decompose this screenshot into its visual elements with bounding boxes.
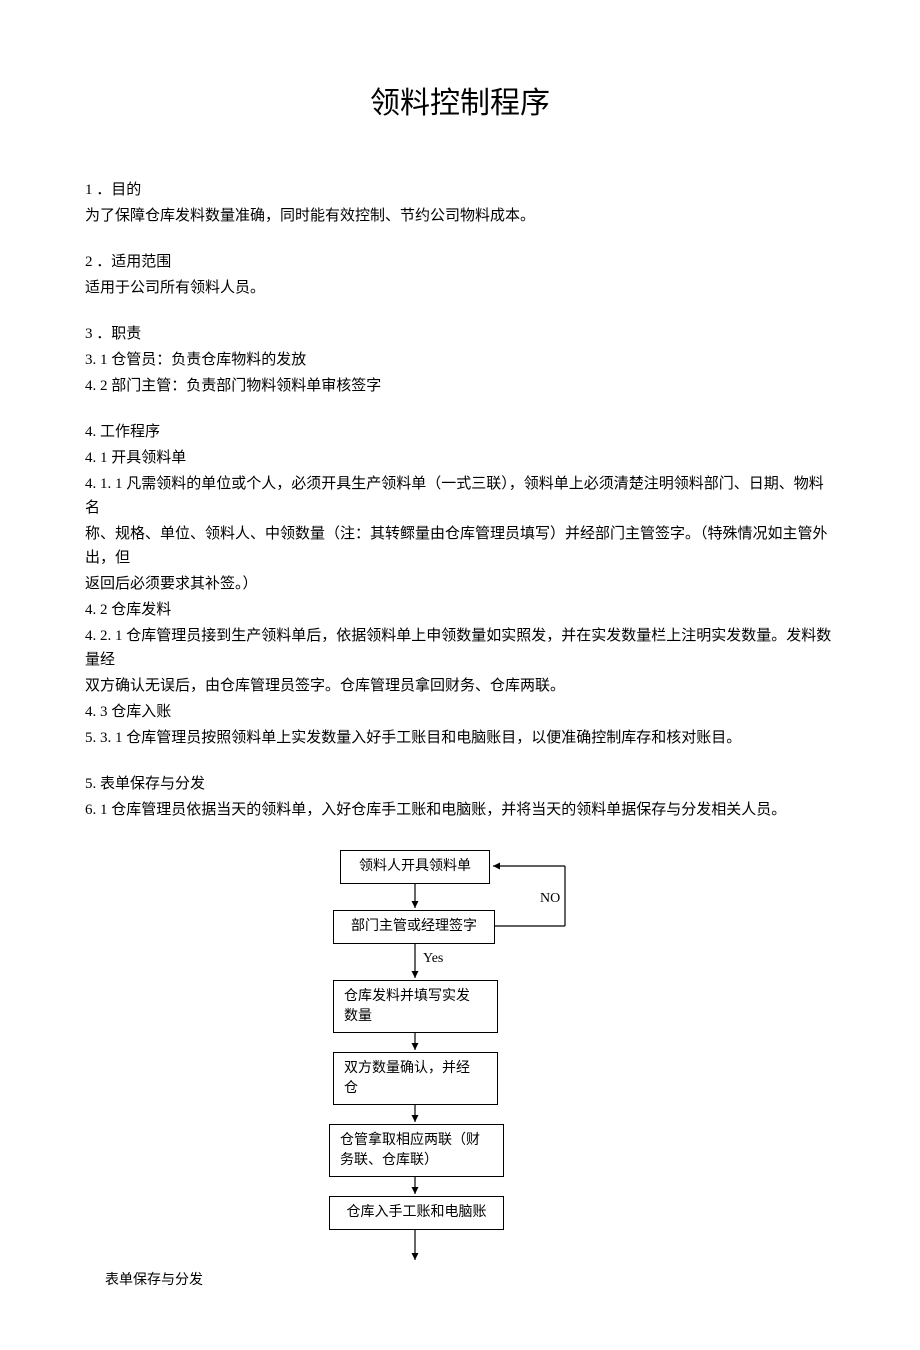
body-1: 为了保障仓库发料数量准确，同时能有效控制、节约公司物料成本。 — [85, 204, 835, 228]
section-purpose: 1 ．目的 为了保障仓库发料数量准确，同时能有效控制、节约公司物料成本。 — [85, 178, 835, 228]
flow-box-copies-l1: 仓管拿取相应两联（财 — [340, 1133, 480, 1148]
heading-5: 5. 表单保存与分发 — [85, 772, 835, 796]
body-3-1: 3. 1 仓管员：负责仓库物料的发放 — [85, 348, 835, 372]
body-2: 适用于公司所有领料人员。 — [85, 276, 835, 300]
flow-box-dispatch-l2: 数量 — [344, 1009, 372, 1024]
section-responsibility: 3 ．职责 3. 1 仓管员：负责仓库物料的发放 4. 2 部门主管：负责部门物… — [85, 322, 835, 398]
body-4-1: 4. 1 开具领料单 — [85, 446, 835, 470]
flow-label-yes: Yes — [423, 948, 443, 970]
flow-box-confirm-l1: 双方数量确认，并经 — [344, 1061, 470, 1076]
flow-box-approve: 部门主管或经理签字 — [333, 910, 495, 944]
body-4-11a: 4. 1. 1 凡需领料的单位或个人，必须开具生产领料单（一式三联），领料单上必… — [85, 472, 835, 520]
heading-1: 1 ．目的 — [85, 178, 835, 202]
heading-2: 2 ．适用范围 — [85, 250, 835, 274]
flow-box-copies-l2: 务联、仓库联） — [340, 1153, 438, 1168]
body-4-21a: 4. 2. 1 仓库管理员接到生产领料单后，依据领料单上申领数量如实照发，并在实… — [85, 624, 835, 672]
body-4-31: 5. 3. 1 仓库管理员按照领料单上实发数量入好手工账目和电脑账目，以便准确控… — [85, 726, 835, 750]
section-forms: 5. 表单保存与分发 6. 1 仓库管理员依据当天的领料单，入好仓库手工账和电脑… — [85, 772, 835, 822]
flow-box-copies: 仓管拿取相应两联（财 务联、仓库联） — [329, 1124, 504, 1177]
section-procedure: 4. 工作程序 4. 1 开具领料单 4. 1. 1 凡需领料的单位或个人，必须… — [85, 420, 835, 750]
body-4-2: 4. 2 仓库发料 — [85, 598, 835, 622]
heading-4: 4. 工作程序 — [85, 420, 835, 444]
flow-label-no: NO — [540, 888, 560, 910]
flow-box-dispatch-l1: 仓库发料并填写实发 — [344, 989, 470, 1004]
flowchart: 领料人开具领料单 部门主管或经理签字 Yes NO 仓库发料并填写实发 数量 双… — [85, 850, 835, 1310]
body-4-11c: 返回后必须要求其补签。） — [85, 572, 835, 596]
flow-caption: 表单保存与分发 — [105, 1270, 203, 1292]
body-4-21b: 双方确认无误后，由仓库管理员签字。仓库管理员拿回财务、仓库两联。 — [85, 674, 835, 698]
page-title: 领料控制程序 — [85, 80, 835, 128]
flow-box-dispatch: 仓库发料并填写实发 数量 — [333, 980, 498, 1033]
flow-box-issue: 领料人开具领料单 — [340, 850, 490, 884]
heading-3: 3 ．职责 — [85, 322, 835, 346]
flow-box-confirm: 双方数量确认，并经 仓 — [333, 1052, 498, 1105]
body-3-2: 4. 2 部门主管：负责部门物料领料单审核签字 — [85, 374, 835, 398]
flow-box-confirm-l2: 仓 — [344, 1081, 358, 1096]
section-scope: 2 ．适用范围 适用于公司所有领料人员。 — [85, 250, 835, 300]
body-5-1: 6. 1 仓库管理员依据当天的领料单，入好仓库手工账和电脑账，并将当天的领料单据… — [85, 798, 835, 822]
flow-box-record: 仓库入手工账和电脑账 — [329, 1196, 504, 1230]
body-4-11b: 称、规格、单位、领料人、中领数量（注：其转鳏量由仓库管理员填写）并经部门主管签字… — [85, 522, 835, 570]
body-4-3: 4. 3 仓库入账 — [85, 700, 835, 724]
